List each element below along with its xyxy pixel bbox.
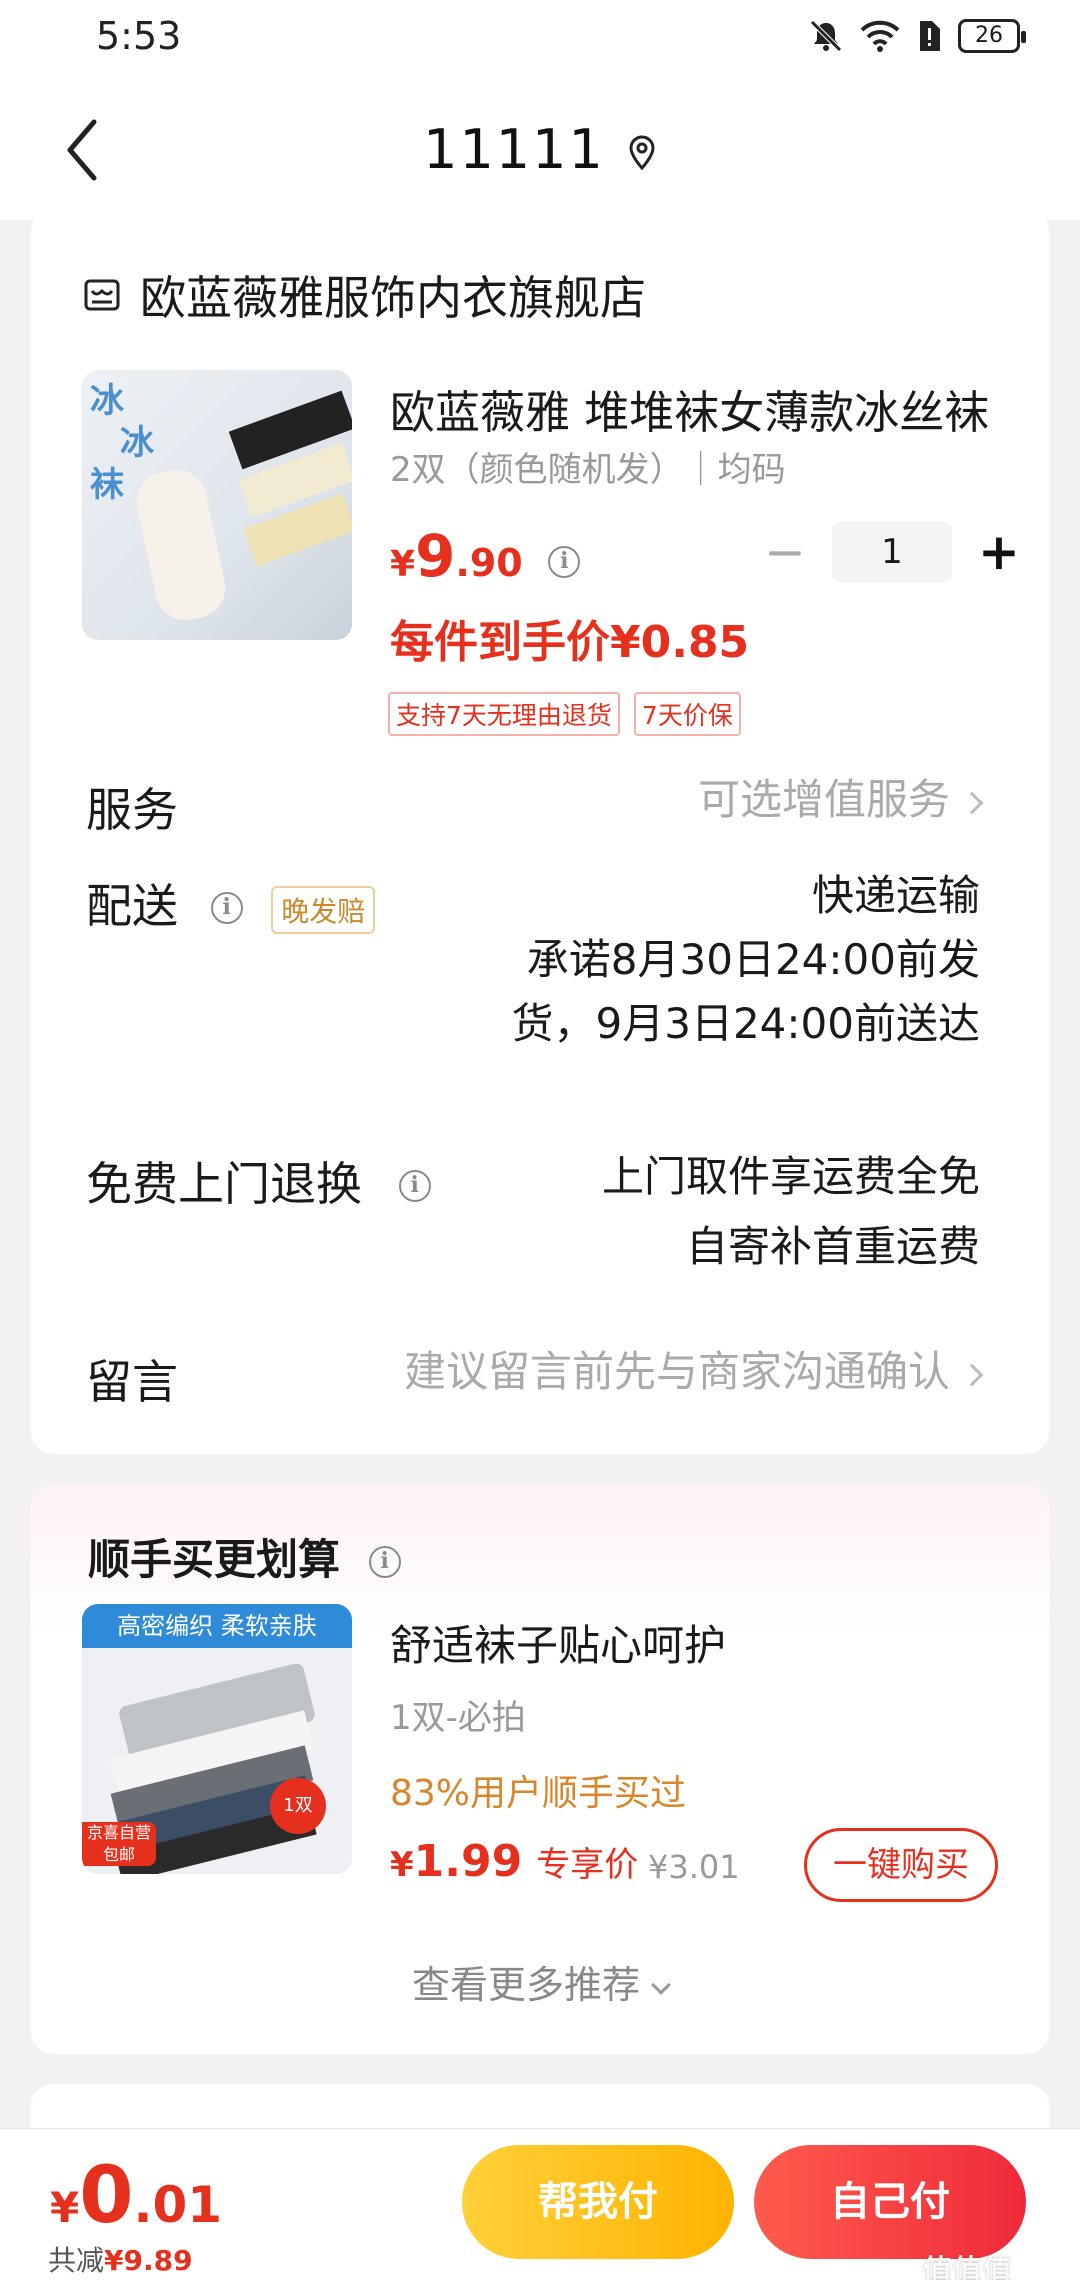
status-time: 5:53: [96, 14, 182, 58]
chevron-right-icon: [960, 791, 984, 814]
shop-row[interactable]: 欧蓝薇雅服饰内衣旗舰店: [82, 262, 646, 328]
self-pay-button[interactable]: 自己付 值值值: [754, 2145, 1026, 2280]
chevron-down-icon: [651, 1975, 671, 1995]
recommend-users: 83%用户顺手买过: [390, 1773, 687, 1814]
delivery-promise-2: 货，9月3日24:00前送达: [511, 999, 980, 1048]
rec-price-currency: ¥: [390, 1845, 414, 1885]
image-text-2: 冰: [120, 423, 154, 463]
return-label: 免费上门退换: [86, 1157, 362, 1211]
price-currency: ¥: [390, 544, 416, 585]
address-title: 11111: [423, 118, 605, 181]
recommend-name[interactable]: 舒适袜子贴心呵护: [390, 1612, 726, 1673]
delivery-label: 配送: [86, 879, 178, 933]
jd-badge: 京喜自营: [86, 1823, 151, 1842]
mute-bell-icon: [810, 20, 842, 52]
return-info: 上门取件享运费全免 自寄补首重运费: [602, 1142, 980, 1282]
product-title[interactable]: 欧蓝薇雅 堆堆袜女薄款冰丝袜: [390, 376, 1010, 441]
per-item-price: 每件到手价¥0.85: [390, 617, 750, 668]
rec-price-value: 1.99: [413, 1836, 523, 1887]
status-bar: 5:53 26: [0, 0, 1080, 80]
rec-price-label: 专享价: [536, 1845, 639, 1885]
total-integer: 0: [79, 2151, 134, 2241]
delivery-promise-1: 承诺8月30日24:00前发: [526, 935, 980, 984]
price-info-icon[interactable]: i: [548, 546, 581, 578]
return-line-2: 自寄补首重运费: [685, 1222, 980, 1271]
product-spec[interactable]: 2双（颜色随机发）｜均码: [390, 442, 786, 491]
quantity-stepper: − 1 +: [750, 522, 1034, 582]
recommend-title-text: 顺手买更划算: [88, 1535, 341, 1584]
total-decimal: .01: [133, 2176, 223, 2234]
recommend-image[interactable]: 高密编织 柔软亲肤 1双 京喜自营 包邮: [82, 1604, 352, 1874]
increase-button[interactable]: +: [964, 522, 1034, 582]
pair-badge: 1双: [270, 1778, 326, 1834]
saved-amount[interactable]: 共减¥9.89: [48, 2239, 193, 2279]
address-selector[interactable]: 11111: [0, 118, 1080, 185]
product-image[interactable]: 冰 冰 袜: [82, 370, 352, 640]
delivery-info: 快递运输 承诺8月30日24:00前发 货，9月3日24:00前送达: [512, 864, 980, 1056]
wifi-icon: [860, 20, 900, 52]
message-input[interactable]: 建议留言前先与商家沟通确认: [403, 1340, 984, 1404]
order-card: 欧蓝薇雅服饰内衣旗舰店 冰 冰 袜 欧蓝薇雅 堆堆袜女薄款冰丝袜 2双（颜色随机…: [30, 210, 1050, 1454]
chevron-right-icon: [960, 1363, 984, 1386]
delivery-row: 配送 i 晚发赔: [86, 870, 376, 936]
message-placeholder: 建议留言前先与商家沟通确认: [403, 1347, 950, 1396]
total-price: ¥0.01: [50, 2151, 222, 2241]
return-info-icon[interactable]: i: [398, 1170, 431, 1202]
tag-return: 支持7天无理由退货: [388, 692, 620, 736]
tag-price-protect: 7天价保: [633, 692, 741, 736]
shop-name: 欧蓝薇雅服饰内衣旗舰店: [140, 271, 646, 325]
recommend-info-icon[interactable]: i: [368, 1546, 401, 1578]
delivery-method: 快递运输: [811, 871, 980, 920]
help-pay-button[interactable]: 帮我付: [462, 2145, 734, 2259]
location-pin-icon: [627, 122, 657, 185]
recommend-spec: 1双-必拍: [390, 1698, 526, 1738]
service-value: 可选增值服务: [697, 775, 950, 824]
header: 11111: [0, 80, 1080, 220]
product-price: ¥9.90 i: [390, 522, 581, 590]
see-more-text: 查看更多推荐: [411, 1963, 640, 2007]
saved-label: 共减: [48, 2244, 105, 2277]
free-shipping-badge: 包邮: [102, 1845, 135, 1864]
delivery-info-icon[interactable]: i: [210, 892, 243, 924]
image-banner: 高密编织 柔软亲肤: [82, 1604, 352, 1648]
decrease-button[interactable]: −: [750, 522, 820, 582]
recommend-title: 顺手买更划算 i: [88, 1526, 401, 1587]
one-click-buy-button[interactable]: 一键购买: [804, 1828, 998, 1902]
recommend-card: 顺手买更划算 i 高密编织 柔软亲肤 1双 京喜自营 包邮 舒适袜子贴心呵护 1…: [30, 1484, 1050, 2054]
see-more-link[interactable]: 查看更多推荐: [30, 1954, 1050, 2009]
image-text-1: 冰: [90, 381, 124, 421]
product-tags: 支持7天无理由退货 7天价保: [388, 692, 741, 736]
sim-alert-icon: [920, 21, 940, 51]
shop-icon: [84, 279, 120, 311]
service-label: 服务: [86, 783, 178, 837]
quantity-field[interactable]: 1: [832, 522, 952, 582]
price-decimal: .90: [455, 541, 523, 585]
return-row: 免费上门退换 i: [86, 1148, 431, 1214]
status-icons: 26: [808, 18, 1026, 54]
late-compensation-badge[interactable]: 晚发赔: [271, 885, 376, 934]
recommend-original-price: ¥3.01: [648, 1848, 740, 1886]
saved-value: ¥9.89: [104, 2244, 193, 2277]
price-integer: 9: [415, 522, 456, 590]
watermark: 值值值: [922, 2254, 1012, 2280]
battery-icon: 26: [958, 19, 1026, 53]
message-label: 留言: [86, 1355, 178, 1409]
total-currency: ¥: [50, 2183, 80, 2232]
service-row[interactable]: 可选增值服务: [697, 768, 984, 832]
return-line-1: 上门取件享运费全免: [601, 1152, 980, 1201]
recommend-price: ¥1.99 专享价: [390, 1836, 638, 1887]
bottom-bar: ¥0.01 共减¥9.89 帮我付 自己付 值值值: [0, 2128, 1080, 2280]
